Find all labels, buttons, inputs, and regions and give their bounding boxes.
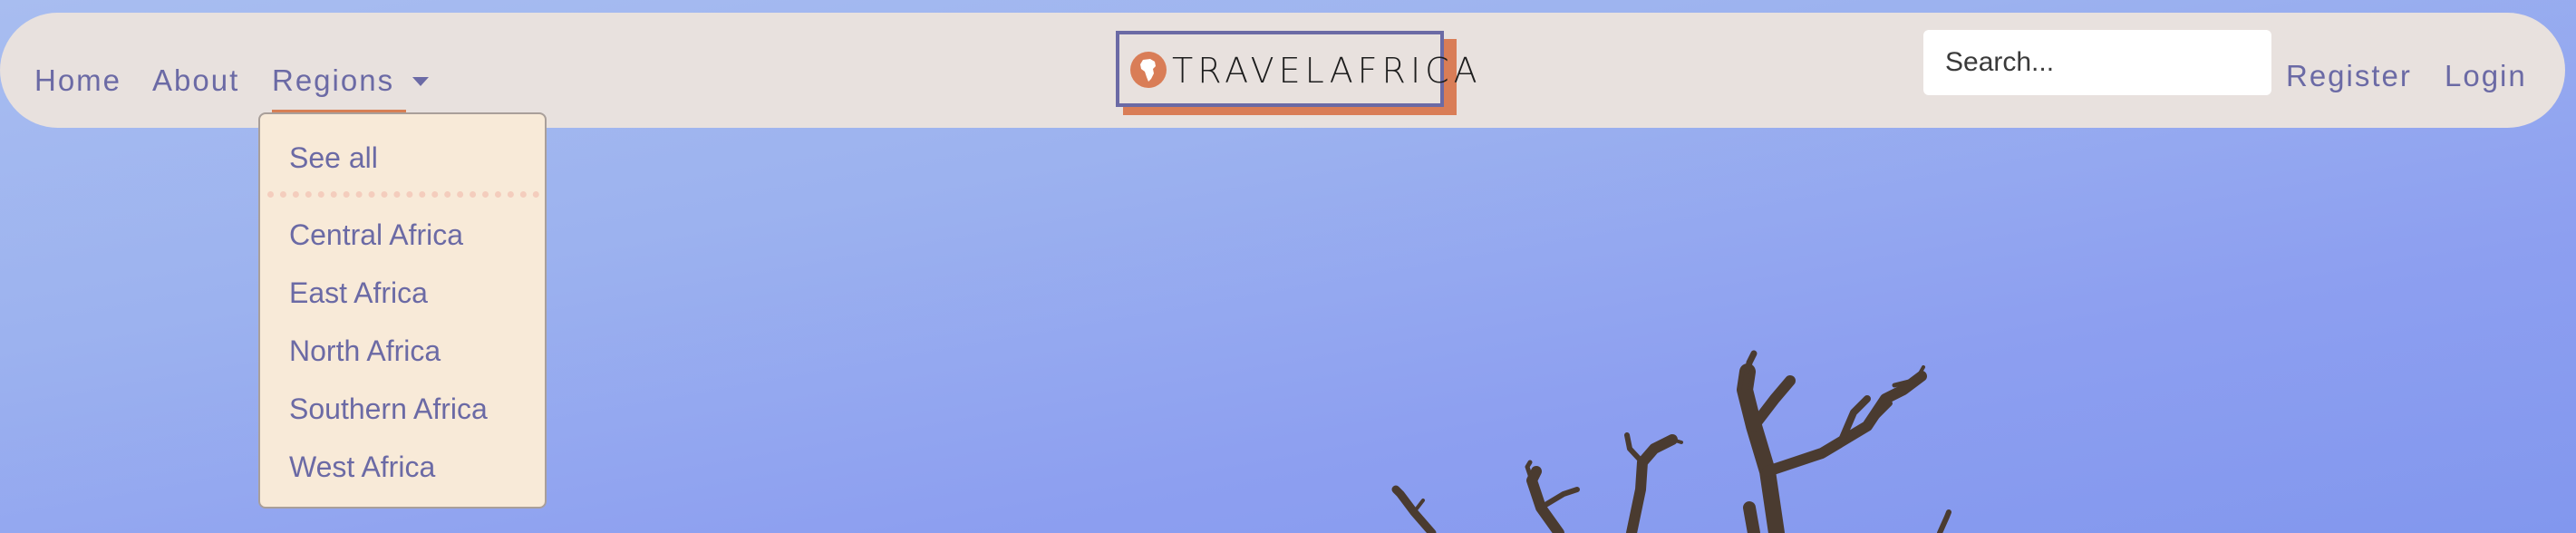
dropdown-item-east-africa[interactable]: East Africa bbox=[289, 276, 428, 310]
dropdown-item-north-africa[interactable]: North Africa bbox=[289, 334, 441, 368]
brand-name: TRAVELAFRICA bbox=[1172, 51, 1482, 91]
dropdown-item-southern-africa[interactable]: Southern Africa bbox=[289, 392, 488, 426]
navbar: Home About Regions TRAVELAFRICA Register… bbox=[0, 13, 2565, 128]
page-background: Home About Regions TRAVELAFRICA Register… bbox=[0, 0, 2576, 533]
nav-home-link[interactable]: Home bbox=[34, 63, 121, 98]
brand-logo[interactable]: TRAVELAFRICA bbox=[1116, 31, 1477, 107]
africa-globe-icon bbox=[1130, 52, 1167, 88]
nav-about-link[interactable]: About bbox=[152, 63, 239, 98]
dropdown-divider bbox=[267, 191, 539, 198]
dropdown-item-west-africa[interactable]: West Africa bbox=[289, 451, 435, 484]
nav-login-link[interactable]: Login bbox=[2445, 59, 2527, 93]
regions-dropdown-menu: See all Central Africa East Africa North… bbox=[258, 112, 547, 509]
nav-register-link[interactable]: Register bbox=[2286, 59, 2412, 93]
nav-regions-dropdown-toggle[interactable]: Regions bbox=[272, 63, 394, 98]
dropdown-item-see-all[interactable]: See all bbox=[289, 141, 378, 175]
dropdown-item-central-africa[interactable]: Central Africa bbox=[289, 218, 463, 252]
chevron-down-icon[interactable] bbox=[412, 77, 429, 86]
search-input[interactable] bbox=[1923, 30, 2271, 95]
